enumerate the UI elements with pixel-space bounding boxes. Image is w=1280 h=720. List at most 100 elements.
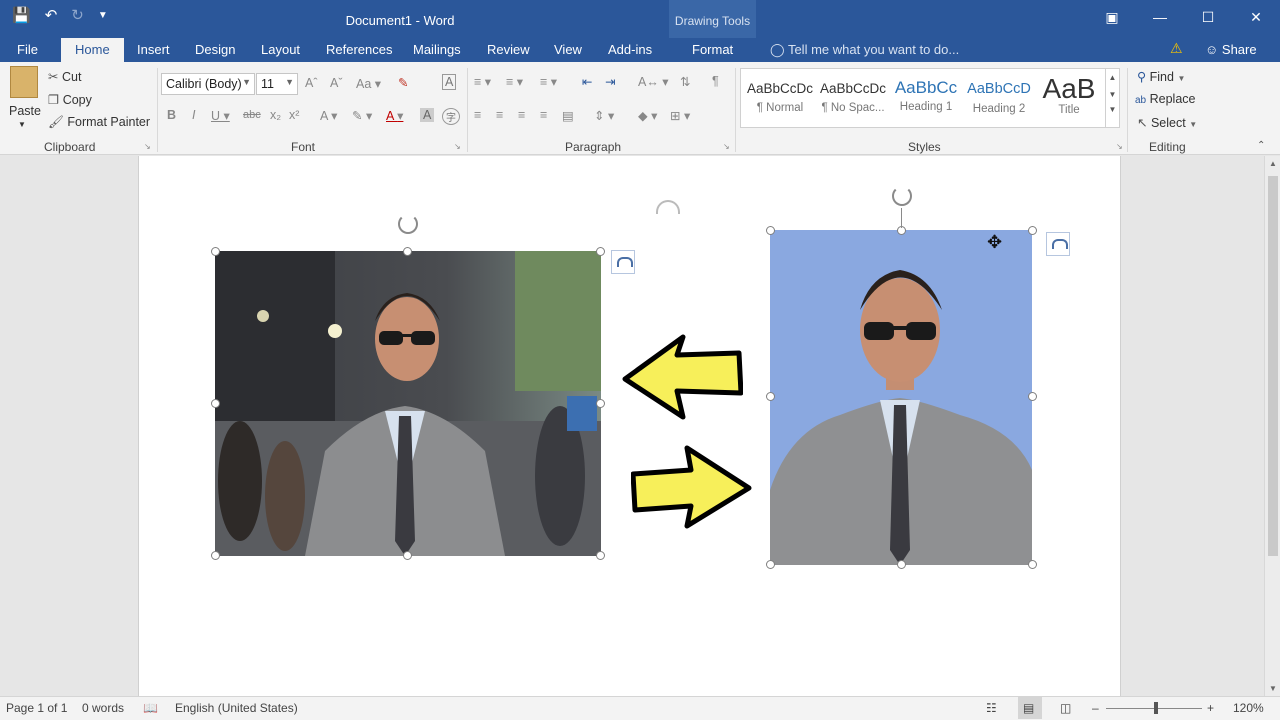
resize-handle[interactable]	[596, 551, 605, 560]
font-color-icon[interactable]: A ▾	[386, 108, 403, 123]
resize-handle[interactable]	[766, 560, 775, 569]
enclose-characters-icon[interactable]: 字	[442, 108, 460, 125]
layout-options-icon[interactable]	[1046, 232, 1070, 256]
tab-home[interactable]: Home	[61, 38, 124, 62]
subscript-icon[interactable]: x₂	[270, 108, 281, 122]
character-shading-icon[interactable]: A	[420, 108, 435, 122]
resize-handle[interactable]	[1028, 560, 1037, 569]
scroll-down-icon[interactable]: ▼	[1265, 684, 1280, 693]
justify-icon[interactable]: ≡	[540, 108, 547, 122]
clipboard-launcher-icon[interactable]: ↘	[144, 142, 151, 151]
tab-references[interactable]: References	[326, 42, 392, 57]
line-spacing-icon[interactable]: ⇕ ▾	[594, 108, 614, 123]
word-count[interactable]: 0 words	[82, 701, 124, 715]
background-removed-picture[interactable]	[770, 230, 1032, 565]
style-normal[interactable]: AaBbCcDc ¶ Normal	[745, 73, 815, 123]
scrollbar-thumb[interactable]	[1268, 176, 1278, 556]
style-no-spacing[interactable]: AaBbCcDc ¶ No Spac...	[818, 73, 888, 123]
page-count[interactable]: Page 1 of 1	[6, 701, 67, 715]
layout-options-icon[interactable]	[611, 250, 635, 274]
styles-launcher-icon[interactable]: ↘	[1116, 142, 1123, 151]
resize-handle[interactable]	[403, 247, 412, 256]
grow-font-icon[interactable]: Aˆ	[305, 76, 318, 90]
rotate-handle-icon[interactable]	[892, 186, 912, 206]
change-case-icon[interactable]: Aa ▾	[356, 76, 381, 91]
numbering-icon[interactable]: ≡ ▾	[506, 74, 523, 89]
close-button[interactable]: ✕	[1232, 0, 1280, 34]
resize-handle[interactable]	[403, 551, 412, 560]
font-family-combo[interactable]: Calibri (Body) ▼	[161, 73, 255, 95]
format-painter-button[interactable]: 🖌 Format Painter	[48, 115, 150, 130]
chevron-up-icon[interactable]: ▲	[1106, 73, 1119, 82]
tab-layout[interactable]: Layout	[261, 42, 300, 57]
borders-icon[interactable]: ⊞ ▾	[670, 108, 690, 123]
italic-icon[interactable]: I	[192, 108, 195, 122]
tab-format[interactable]: Format	[692, 42, 733, 57]
shrink-font-icon[interactable]: Aˇ	[330, 76, 343, 90]
read-mode-icon[interactable]: ☷	[986, 701, 997, 715]
show-hide-pilcrow-icon[interactable]: ¶	[712, 74, 719, 88]
tell-me-box[interactable]: ◯ Tell me what you want to do...	[770, 42, 959, 58]
vertical-scrollbar[interactable]: ▲ ▼	[1264, 156, 1280, 696]
warning-icon[interactable]: ⚠	[1170, 40, 1183, 57]
paste-dropdown-icon[interactable]: ▼	[18, 120, 26, 129]
multilevel-list-icon[interactable]: ≡ ▾	[540, 74, 557, 89]
character-border-icon[interactable]: A	[442, 74, 457, 90]
minimize-button[interactable]: —	[1136, 0, 1184, 34]
tab-add-ins[interactable]: Add-ins	[608, 42, 652, 57]
bullets-icon[interactable]: ≡ ▾	[474, 74, 491, 89]
bold-icon[interactable]: B	[167, 108, 176, 122]
resize-handle[interactable]	[596, 399, 605, 408]
tab-insert[interactable]: Insert	[137, 42, 170, 57]
find-button[interactable]: ⚲ Find ▼	[1137, 69, 1185, 84]
sort-icon[interactable]: ⇅	[680, 74, 690, 89]
web-layout-icon[interactable]: ◫	[1060, 701, 1071, 715]
collapse-ribbon-icon[interactable]: ⌃	[1257, 140, 1265, 151]
language[interactable]: English (United States)	[175, 701, 298, 715]
resize-handle[interactable]	[1028, 392, 1037, 401]
print-layout-icon[interactable]: ▤	[1018, 697, 1042, 719]
text-effects-icon[interactable]: A ▾	[320, 108, 337, 123]
paste-icon[interactable]	[10, 66, 38, 98]
paragraph-launcher-icon[interactable]: ↘	[723, 142, 730, 151]
align-left-icon[interactable]: ≡	[474, 108, 481, 122]
zoom-level[interactable]: 120%	[1233, 701, 1264, 715]
resize-handle[interactable]	[766, 226, 775, 235]
font-size-combo[interactable]: 11 ▼	[256, 73, 298, 95]
tab-mailings[interactable]: Mailings	[413, 42, 461, 57]
maximize-button[interactable]: ☐	[1184, 0, 1232, 34]
highlight-icon[interactable]: ✎ ▾	[352, 108, 372, 123]
resize-handle[interactable]	[766, 392, 775, 401]
resize-handle[interactable]	[211, 551, 220, 560]
tab-review[interactable]: Review	[487, 42, 530, 57]
style-heading-1[interactable]: AaBbCc Heading 1	[891, 73, 961, 123]
align-right-icon[interactable]: ≡	[518, 108, 525, 122]
rotate-handle-icon[interactable]	[398, 214, 418, 234]
proofing-icon[interactable]: 📖	[143, 701, 158, 715]
align-center-icon[interactable]: ≡	[496, 108, 503, 122]
copy-button[interactable]: ❐ Copy	[48, 92, 92, 107]
select-button[interactable]: ↖ Select ▼	[1137, 115, 1197, 130]
paste-button[interactable]: Paste	[9, 104, 41, 118]
resize-handle[interactable]	[211, 399, 220, 408]
style-heading-2[interactable]: AaBbCcD Heading 2	[964, 73, 1034, 123]
shading-icon[interactable]: ◆ ▾	[638, 108, 657, 123]
style-title[interactable]: AaB Title	[1034, 73, 1104, 123]
replace-button[interactable]: ab Replace	[1135, 92, 1195, 106]
zoom-in-icon[interactable]: +	[1207, 701, 1214, 715]
superscript-icon[interactable]: x²	[289, 108, 299, 122]
resize-handle[interactable]	[1028, 226, 1037, 235]
tab-file[interactable]: File	[17, 42, 38, 57]
resize-handle[interactable]	[211, 247, 220, 256]
cut-button[interactable]: ✂ Cut	[48, 69, 81, 84]
font-launcher-icon[interactable]: ↘	[454, 142, 461, 151]
tab-design[interactable]: Design	[195, 42, 235, 57]
resize-handle[interactable]	[596, 247, 605, 256]
styles-scrollbar[interactable]: ▲ ▼ ▼	[1105, 69, 1119, 127]
clear-formatting-icon[interactable]: ✎	[398, 75, 408, 90]
zoom-out-icon[interactable]: –	[1092, 701, 1099, 715]
decrease-indent-icon[interactable]: ⇤	[582, 74, 592, 89]
ribbon-display-options-icon[interactable]: ▣	[1088, 0, 1136, 34]
underline-icon[interactable]: U ▾	[211, 108, 230, 123]
asian-layout-icon[interactable]: A↔ ▾	[638, 74, 669, 89]
